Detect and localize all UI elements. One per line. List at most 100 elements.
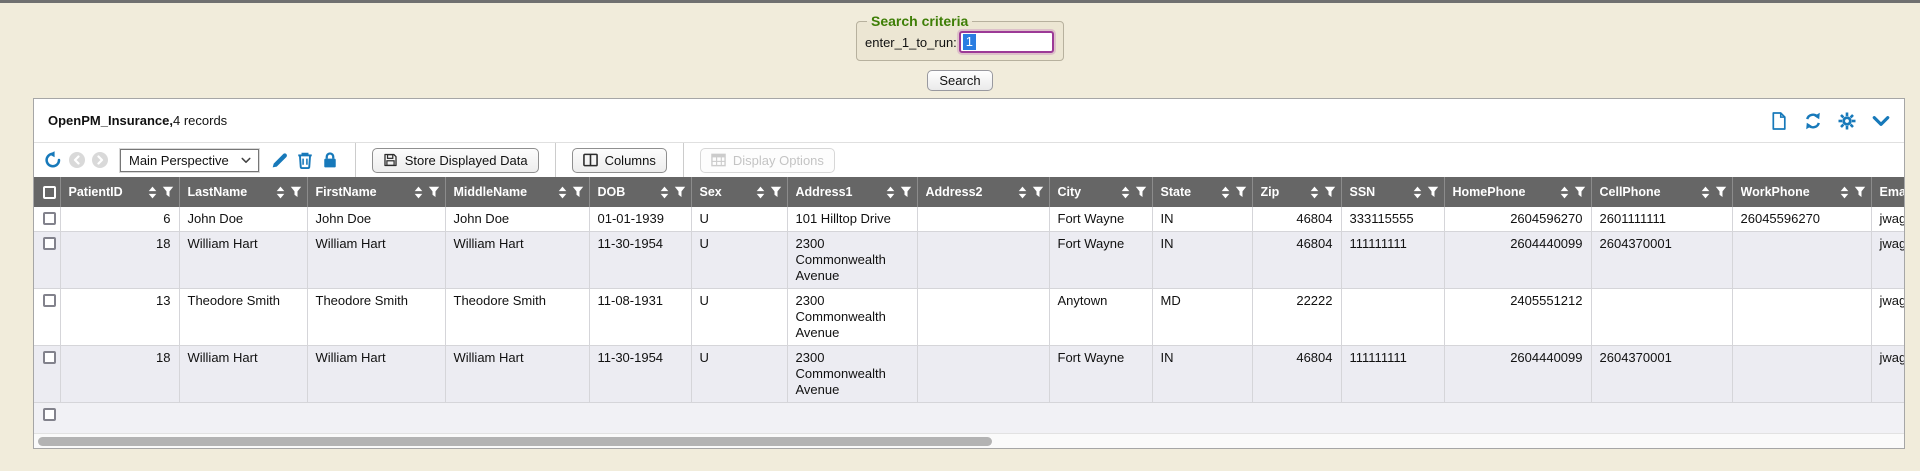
chevron-down-icon[interactable] bbox=[1872, 112, 1890, 130]
sort-icon[interactable] bbox=[148, 186, 157, 199]
search-button[interactable]: Search bbox=[927, 70, 992, 91]
lock-icon[interactable] bbox=[321, 151, 339, 169]
columns-icon bbox=[583, 153, 598, 167]
next-perspective-icon[interactable] bbox=[92, 152, 108, 168]
cell-homephone: 2604596270 bbox=[1444, 207, 1591, 232]
sort-icon[interactable] bbox=[1221, 186, 1230, 199]
filter-icon[interactable] bbox=[428, 186, 440, 198]
sort-icon[interactable] bbox=[1701, 186, 1710, 199]
column-header-middlename[interactable]: MiddleName bbox=[445, 177, 589, 207]
column-label: FirstName bbox=[316, 185, 409, 199]
column-label: State bbox=[1161, 185, 1216, 199]
cell-dob: 11-30-1954 bbox=[589, 232, 691, 289]
store-displayed-data-button[interactable]: Store Displayed Data bbox=[372, 148, 539, 173]
column-label: WorkPhone bbox=[1741, 185, 1835, 199]
h-scrollbar-thumb[interactable] bbox=[38, 437, 992, 446]
filter-icon[interactable] bbox=[900, 186, 912, 198]
column-header-lastname[interactable]: LastName bbox=[179, 177, 307, 207]
sort-icon[interactable] bbox=[886, 186, 895, 199]
cell-address1: 2300 Commonwealth Avenue bbox=[787, 289, 917, 346]
new-row-checkbox[interactable] bbox=[43, 408, 56, 421]
row-select-cell bbox=[34, 346, 60, 403]
cell-dob: 01-01-1939 bbox=[589, 207, 691, 232]
filter-icon[interactable] bbox=[290, 186, 302, 198]
data-table: PatientIDLastNameFirstNameMiddleNameDOBS… bbox=[34, 177, 1904, 433]
filter-icon[interactable] bbox=[162, 186, 174, 198]
gear-icon[interactable] bbox=[1838, 112, 1856, 130]
row-select-cell bbox=[34, 289, 60, 346]
filter-icon[interactable] bbox=[1854, 186, 1866, 198]
column-header-address1[interactable]: Address1 bbox=[787, 177, 917, 207]
filter-icon[interactable] bbox=[1715, 186, 1727, 198]
sort-icon[interactable] bbox=[1840, 186, 1849, 199]
column-header-state[interactable]: State bbox=[1152, 177, 1252, 207]
cell-workphone: 26045596270 bbox=[1732, 207, 1871, 232]
filter-icon[interactable] bbox=[1235, 186, 1247, 198]
cell-homephone: 2405551212 bbox=[1444, 289, 1591, 346]
refresh-icon[interactable] bbox=[1804, 112, 1822, 130]
sort-icon[interactable] bbox=[756, 186, 765, 199]
filter-icon[interactable] bbox=[572, 186, 584, 198]
column-header-city[interactable]: City bbox=[1049, 177, 1152, 207]
sort-icon[interactable] bbox=[1560, 186, 1569, 199]
column-label: LastName bbox=[188, 185, 271, 199]
undo-icon[interactable] bbox=[44, 151, 62, 169]
column-header-email[interactable]: Email bbox=[1871, 177, 1904, 207]
enter-1-to-run-input[interactable]: 1 bbox=[959, 31, 1054, 53]
column-header-ssn[interactable]: SSN bbox=[1341, 177, 1444, 207]
cell-zip: 22222 bbox=[1252, 289, 1341, 346]
new-row-select-cell bbox=[34, 403, 60, 433]
cell-state: IN bbox=[1152, 346, 1252, 403]
cell-zip: 46804 bbox=[1252, 207, 1341, 232]
row-checkbox[interactable] bbox=[43, 351, 56, 364]
column-header-zip[interactable]: Zip bbox=[1252, 177, 1341, 207]
sort-icon[interactable] bbox=[1121, 186, 1130, 199]
sort-icon[interactable] bbox=[660, 186, 669, 199]
filter-icon[interactable] bbox=[1427, 186, 1439, 198]
column-header-cellphone[interactable]: CellPhone bbox=[1591, 177, 1732, 207]
columns-button[interactable]: Columns bbox=[572, 148, 667, 173]
cell-workphone bbox=[1732, 232, 1871, 289]
perspective-select[interactable]: Main Perspective bbox=[120, 149, 259, 172]
delete-perspective-icon[interactable] bbox=[296, 151, 314, 169]
sort-icon[interactable] bbox=[1310, 186, 1319, 199]
column-header-sex[interactable]: Sex bbox=[691, 177, 787, 207]
cell-patientid: 18 bbox=[60, 346, 179, 403]
filter-icon[interactable] bbox=[1574, 186, 1586, 198]
column-header-homephone[interactable]: HomePhone bbox=[1444, 177, 1591, 207]
sort-icon[interactable] bbox=[276, 186, 285, 199]
select-all-checkbox[interactable] bbox=[43, 186, 56, 199]
sort-icon[interactable] bbox=[558, 186, 567, 199]
horizontal-scrollbar[interactable] bbox=[34, 433, 1904, 448]
display-options-button[interactable]: Display Options bbox=[700, 148, 835, 173]
sort-icon[interactable] bbox=[1018, 186, 1027, 199]
filter-icon[interactable] bbox=[1324, 186, 1336, 198]
edit-perspective-icon[interactable] bbox=[271, 151, 289, 169]
table-row: 18William HartWilliam HartWilliam Hart11… bbox=[34, 232, 1904, 289]
sort-icon[interactable] bbox=[414, 186, 423, 199]
perspective-selected-value: Main Perspective bbox=[129, 153, 229, 168]
filter-icon[interactable] bbox=[674, 186, 686, 198]
cell-lastname: William Hart bbox=[179, 346, 307, 403]
filter-icon[interactable] bbox=[1135, 186, 1147, 198]
column-label: PatientID bbox=[69, 185, 143, 199]
row-select-cell bbox=[34, 232, 60, 289]
sort-icon[interactable] bbox=[1413, 186, 1422, 199]
panel-title-row: OpenPM_Insurance, 4 records bbox=[34, 99, 1904, 143]
row-checkbox[interactable] bbox=[43, 237, 56, 250]
column-header-firstname[interactable]: FirstName bbox=[307, 177, 445, 207]
filter-icon[interactable] bbox=[1032, 186, 1044, 198]
cell-city: Anytown bbox=[1049, 289, 1152, 346]
column-header-workphone[interactable]: WorkPhone bbox=[1732, 177, 1871, 207]
filter-icon[interactable] bbox=[770, 186, 782, 198]
cell-homephone: 2604440099 bbox=[1444, 346, 1591, 403]
column-header-dob[interactable]: DOB bbox=[589, 177, 691, 207]
row-checkbox[interactable] bbox=[43, 212, 56, 225]
column-header-patientid[interactable]: PatientID bbox=[60, 177, 179, 207]
results-panel: OpenPM_Insurance, 4 records Main Perspec… bbox=[33, 98, 1905, 449]
document-icon[interactable] bbox=[1770, 112, 1788, 130]
column-header-address2[interactable]: Address2 bbox=[917, 177, 1049, 207]
row-checkbox[interactable] bbox=[43, 294, 56, 307]
previous-perspective-icon[interactable] bbox=[69, 152, 85, 168]
cell-patientid: 18 bbox=[60, 232, 179, 289]
